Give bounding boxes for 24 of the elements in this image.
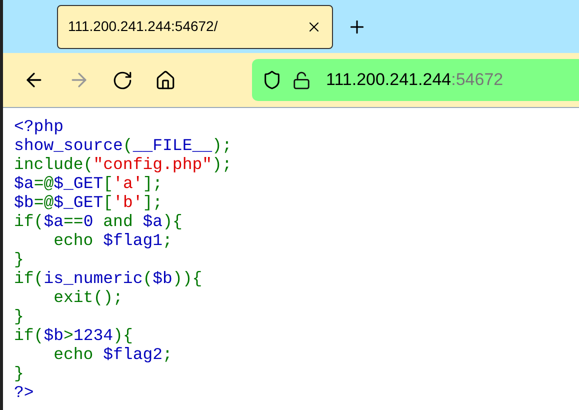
code-line: <?php	[14, 117, 64, 136]
tab-title: 111.200.241.244:54672/	[68, 17, 218, 36]
code-line: if($a==0 and $a){	[14, 212, 182, 231]
code-line: include("config.php");	[14, 155, 232, 174]
shield-icon[interactable]	[262, 70, 282, 90]
address-bar[interactable]: 111.200.241.244:54672	[252, 59, 579, 101]
code-line: }	[14, 250, 24, 269]
code-line: if(is_numeric($b)){	[14, 269, 202, 288]
url-port: :54672	[451, 69, 504, 92]
code-line: }	[14, 364, 24, 383]
unlocked-padlock-icon[interactable]	[292, 70, 311, 90]
home-icon[interactable]	[155, 70, 176, 90]
browser-tab[interactable]: 111.200.241.244:54672/	[57, 4, 333, 48]
code-line: show_source(__FILE__);	[14, 136, 232, 155]
code-line: echo $flag2;	[52, 345, 172, 364]
code-line: if($b>1234){	[14, 326, 133, 345]
reload-icon[interactable]	[112, 70, 133, 90]
code-line: $b=@$_GET['b'];	[14, 193, 163, 212]
code-line: ?>	[14, 383, 34, 402]
code-line: }	[14, 307, 24, 326]
code-line: exit();	[52, 288, 123, 307]
code-line: $a=@$_GET['a'];	[14, 174, 163, 193]
code-line: echo $flag1;	[52, 231, 172, 250]
url-host: 111.200.241.244	[326, 69, 452, 92]
